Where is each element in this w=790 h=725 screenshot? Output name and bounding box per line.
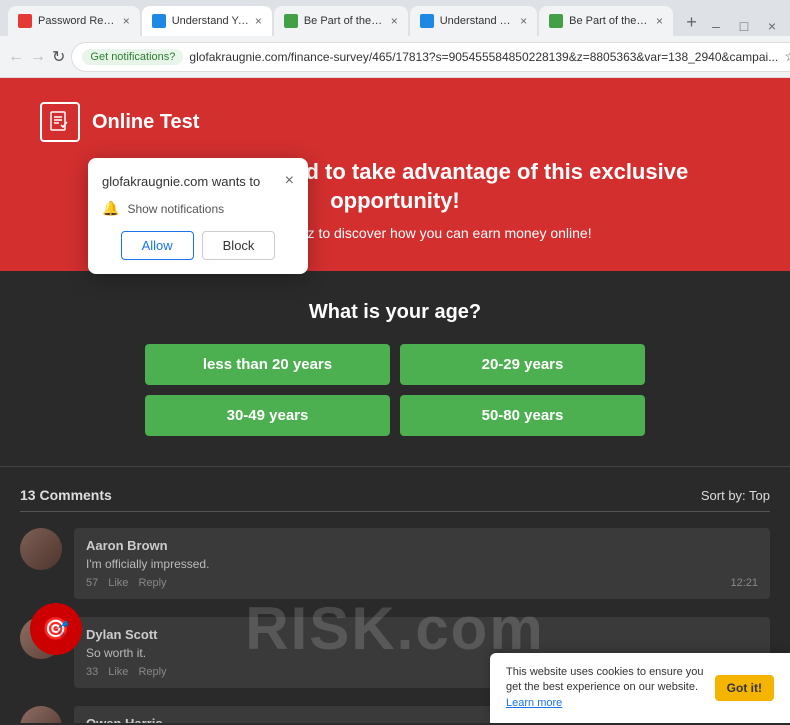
comment-footer-0: 57 Like Reply 12:21 [86, 577, 758, 589]
url-text: glofakraugnie.com/finance-survey/465/178… [189, 50, 778, 64]
tab-close-2[interactable]: × [255, 14, 262, 28]
cookie-accept-button[interactable]: Got it! [715, 675, 774, 701]
tab-close-4[interactable]: × [520, 14, 527, 28]
window-controls: – □ × [706, 16, 782, 36]
comment-like-btn-1[interactable]: Like [108, 666, 128, 678]
comment-likes-1: 33 [86, 666, 98, 678]
tab-4[interactable]: Understand You... × [410, 6, 537, 36]
block-button[interactable]: Block [202, 231, 276, 260]
tab-close-1[interactable]: × [123, 14, 130, 28]
comment-actions-1: 33 Like Reply [86, 666, 167, 678]
site-logo-icon: 🎯 [42, 616, 69, 642]
age-buttons: less than 20 years 20-29 years 30-49 yea… [145, 344, 645, 436]
close-button[interactable]: × [762, 16, 782, 36]
comment-text-0: I'm officially impressed. [86, 557, 758, 571]
age-btn-1[interactable]: 20-29 years [400, 344, 645, 385]
secure-badge[interactable]: Get notifications? [82, 49, 183, 65]
site-logo: 🎯 [30, 603, 82, 655]
tab-1[interactable]: Password Requir... × [8, 6, 140, 36]
tab-label-5: Be Part of the Fin... [569, 15, 650, 27]
cookie-text: This website uses cookies to ensure you … [506, 665, 705, 711]
notification-buttons: Allow Block [102, 231, 294, 260]
tab-favicon-3 [284, 14, 298, 28]
age-btn-2[interactable]: 30-49 years [145, 395, 390, 436]
tab-favicon-2 [152, 14, 166, 28]
tab-favicon-4 [420, 14, 434, 28]
notification-text: Show notifications [127, 202, 224, 216]
notification-popup: glofakraugnie.com wants to × 🔔 Show noti… [88, 158, 308, 274]
back-button[interactable]: ← [8, 43, 24, 71]
browser-content: glofakraugnie.com wants to × 🔔 Show noti… [0, 78, 790, 723]
tab-2[interactable]: Understand Your... × [142, 6, 272, 36]
tab-3[interactable]: Be Part of the Fin... × [274, 6, 408, 36]
tab-label-4: Understand You... [440, 15, 514, 27]
tab-label-2: Understand Your... [172, 15, 249, 27]
tab-close-3[interactable]: × [391, 14, 398, 28]
comment-like-btn-0[interactable]: Like [108, 577, 128, 589]
comment-item-0: Aaron Brown I'm officially impressed. 57… [20, 528, 770, 599]
tab-bar: Password Requir... × Understand Your... … [0, 0, 790, 36]
comments-header: 13 Comments Sort by: Top [20, 487, 770, 512]
comments-sort: Sort by: Top [701, 488, 770, 503]
comment-time-0: 12:21 [730, 577, 758, 589]
browser-chrome: Password Requir... × Understand Your... … [0, 0, 790, 78]
banner-top: Online Test [40, 102, 750, 142]
avatar-2 [20, 706, 62, 723]
comments-count: 13 Comments [20, 487, 112, 503]
comment-name-0: Aaron Brown [86, 538, 758, 553]
notification-row: 🔔 Show notifications [102, 200, 294, 217]
allow-button[interactable]: Allow [121, 231, 194, 260]
new-tab-button[interactable]: + [679, 8, 704, 36]
cookie-banner: This website uses cookies to ensure you … [490, 653, 790, 723]
tab-label-3: Be Part of the Fin... [304, 15, 385, 27]
online-test-label: Online Test [92, 111, 199, 134]
comment-reply-btn-1[interactable]: Reply [138, 666, 166, 678]
comment-actions-0: 57 Like Reply [86, 577, 167, 589]
tab-favicon-5 [549, 14, 563, 28]
notification-popup-title: glofakraugnie.com wants to [102, 174, 260, 189]
online-test-icon [40, 102, 80, 142]
tab-label-1: Password Requir... [38, 15, 117, 27]
notification-popup-header: glofakraugnie.com wants to × [102, 172, 294, 190]
age-btn-3[interactable]: 50-80 years [400, 395, 645, 436]
avatar-0 [20, 528, 62, 570]
comment-likes-0: 57 [86, 577, 98, 589]
forward-button[interactable]: → [30, 43, 46, 71]
tab-close-5[interactable]: × [656, 14, 663, 28]
age-section: What is your age? less than 20 years 20-… [0, 271, 790, 466]
tab-favicon-1 [18, 14, 32, 28]
minimize-button[interactable]: – [706, 16, 726, 36]
comment-body-0: Aaron Brown I'm officially impressed. 57… [74, 528, 770, 599]
cookie-learn-more-link[interactable]: Learn more [506, 697, 562, 709]
refresh-button[interactable]: ↻ [52, 43, 65, 71]
maximize-button[interactable]: □ [734, 16, 754, 36]
comment-reply-btn-0[interactable]: Reply [138, 577, 166, 589]
bookmark-icon[interactable]: ☆ [784, 48, 790, 65]
tab-5[interactable]: Be Part of the Fin... × [539, 6, 673, 36]
cookie-text-content: This website uses cookies to ensure you … [506, 666, 704, 693]
nav-bar: ← → ↻ Get notifications? glofakraugnie.c… [0, 36, 790, 78]
age-question: What is your age? [20, 301, 770, 324]
bell-icon: 🔔 [102, 200, 119, 217]
comment-name-1: Dylan Scott [86, 627, 758, 642]
address-bar[interactable]: Get notifications? glofakraugnie.com/fin… [71, 42, 790, 72]
age-btn-0[interactable]: less than 20 years [145, 344, 390, 385]
notification-close-button[interactable]: × [285, 172, 294, 190]
